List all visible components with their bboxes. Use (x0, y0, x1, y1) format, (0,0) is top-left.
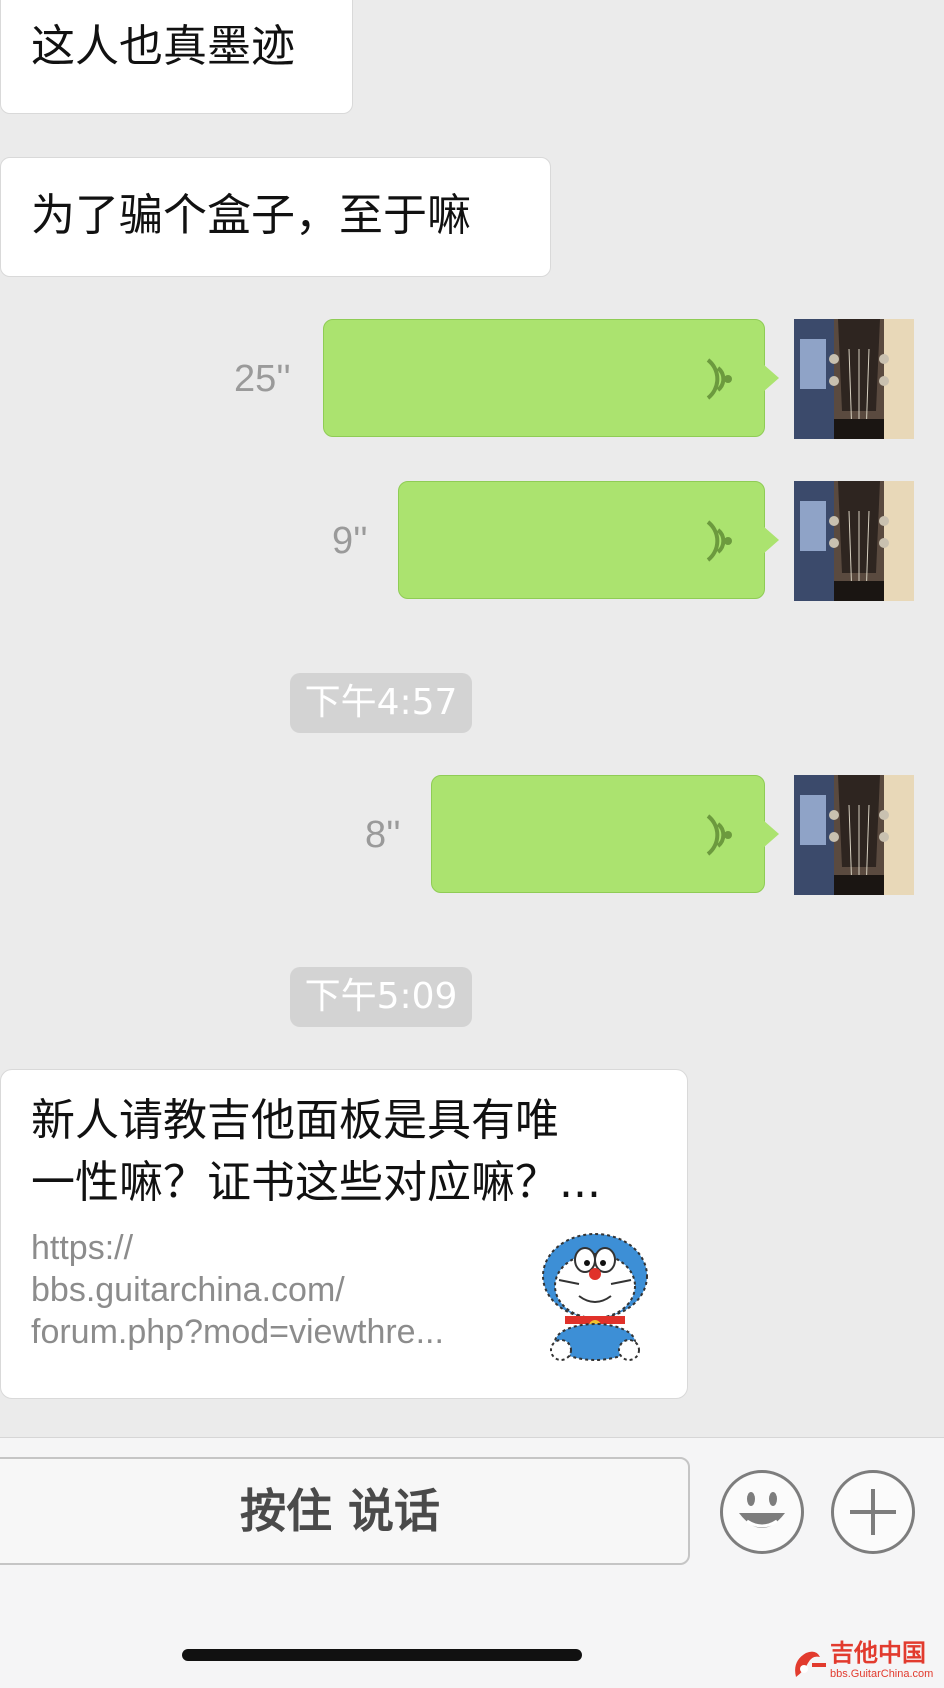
link-url-line: https:// (31, 1229, 134, 1267)
link-url: https:// bbs.guitarchina.com/ forum.php?… (31, 1227, 501, 1353)
guitar-headstock-avatar-icon (794, 319, 914, 439)
watermark-site: bbs.GuitarChina.com (830, 1668, 934, 1680)
more-button[interactable] (831, 1470, 915, 1554)
link-card[interactable]: 新人请教吉他面板是具有唯 一性嘛？证书这些对应嘛？... https:// bb… (0, 1069, 688, 1399)
message-text: 为了骗个盒子，至于嘛 (31, 190, 471, 241)
voice-wave-icon (706, 814, 732, 856)
smiley-face-icon (739, 1492, 785, 1528)
emoji-button[interactable] (720, 1470, 804, 1554)
voice-message-row: 25'' (0, 319, 944, 439)
voice-duration: 9'' (332, 520, 368, 562)
message-text: 这人也真墨迹 (31, 21, 295, 72)
voice-message-row: 9'' (0, 481, 944, 601)
cartoon-cat-thumbnail-icon (542, 1233, 648, 1361)
voice-message-bubble[interactable] (323, 319, 779, 437)
link-title-line: 一性嘛？证书这些对应嘛？... (31, 1157, 601, 1208)
voice-message-row: 8'' (0, 775, 944, 895)
link-url-line: bbs.guitarchina.com/ (31, 1271, 345, 1309)
timestamp: 下午5:09 (290, 967, 472, 1027)
guitar-headstock-avatar-icon (794, 775, 914, 895)
voice-wave-icon (706, 520, 732, 562)
hold-to-talk-button[interactable]: 按住 说话 (0, 1457, 690, 1565)
timestamp: 下午4:57 (290, 673, 472, 733)
bubble-tail (763, 820, 779, 848)
link-url-line: forum.php?mod=viewthre... (31, 1313, 444, 1351)
avatar[interactable] (794, 319, 914, 439)
incoming-message-bubble[interactable]: 这人也真墨迹 (0, 0, 353, 114)
watermark-brand: 吉他中国 (830, 1639, 926, 1667)
watermark: 吉他中国 bbs.GuitarChina.com (790, 1639, 940, 1683)
link-title-line: 新人请教吉他面板是具有唯 (31, 1095, 559, 1146)
voice-duration: 25'' (234, 358, 291, 400)
voice-duration: 8'' (365, 814, 401, 856)
bubble-tail (763, 526, 779, 554)
voice-message-bubble[interactable] (431, 775, 779, 893)
incoming-message-bubble[interactable]: 为了骗个盒子，至于嘛 (0, 157, 551, 277)
bubble-tail (763, 364, 779, 392)
plus-icon (850, 1489, 896, 1535)
guitar-headstock-avatar-icon (794, 481, 914, 601)
voice-wave-icon (706, 358, 732, 400)
avatar[interactable] (794, 775, 914, 895)
avatar[interactable] (794, 481, 914, 601)
link-title: 新人请教吉他面板是具有唯 一性嘛？证书这些对应嘛？... (31, 1090, 661, 1214)
home-indicator[interactable] (182, 1649, 582, 1661)
voice-message-bubble[interactable] (398, 481, 779, 599)
